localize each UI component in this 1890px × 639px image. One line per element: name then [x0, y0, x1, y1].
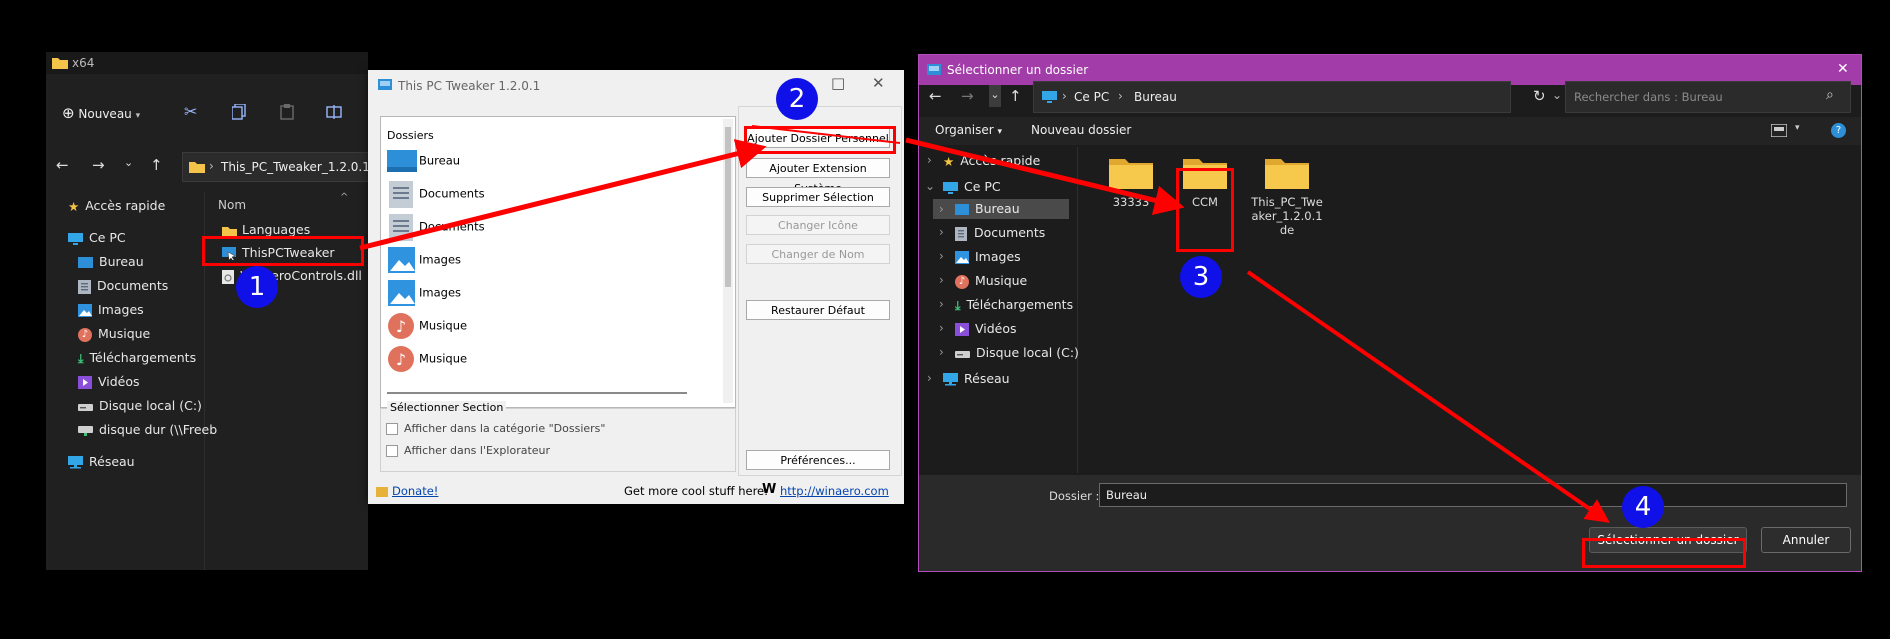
highlight-ccm: [1176, 168, 1234, 252]
step-badge-2: 2: [776, 78, 818, 120]
arrow-2-to-3: [905, 137, 1185, 216]
step-badge-3: 3: [1180, 256, 1222, 298]
arrow-1-to-2: [359, 139, 767, 251]
highlight-select-button: [1582, 538, 1746, 568]
step-badge-1: 1: [236, 266, 278, 308]
arrow-3-to-4: [1246, 270, 1610, 523]
highlight-add-folder: [744, 126, 896, 154]
highlight-thispctweaker: [202, 236, 364, 266]
step-badge-4: 4: [1622, 486, 1664, 528]
